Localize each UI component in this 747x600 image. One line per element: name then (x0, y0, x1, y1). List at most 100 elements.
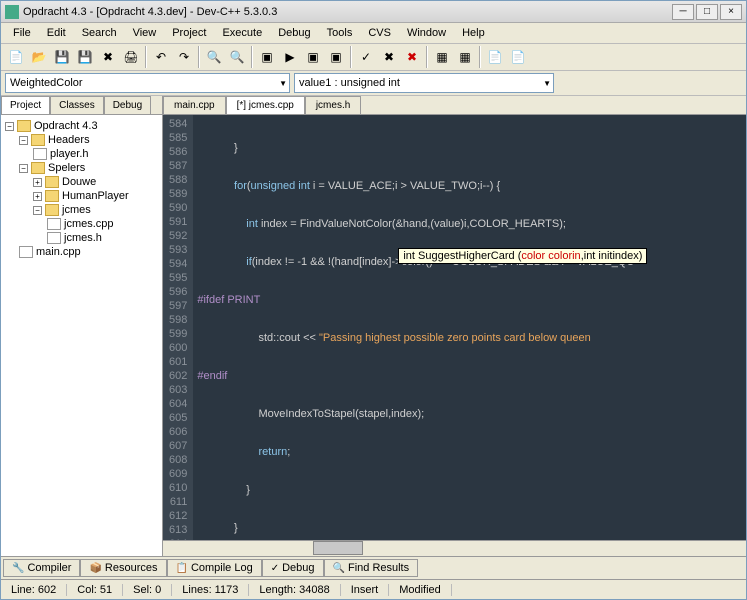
debug-icon[interactable]: ✓ (355, 46, 377, 68)
combo-row: WeightedColor ▼ value1 : unsigned int▼ (1, 71, 746, 96)
collapse-icon[interactable]: − (5, 122, 14, 131)
open-icon[interactable]: 📂 (28, 46, 50, 68)
tree-folder[interactable]: −Spelers (19, 161, 158, 175)
replace-icon[interactable]: 🔍 (226, 46, 248, 68)
file-tab[interactable]: main.cpp (163, 96, 226, 114)
menu-window[interactable]: Window (399, 25, 454, 41)
menu-project[interactable]: Project (164, 25, 214, 41)
tree-file[interactable]: main.cpp (19, 245, 158, 259)
tab-resources[interactable]: 📦 Resources (80, 559, 166, 577)
code-area[interactable]: } for(unsigned int i = VALUE_ACE;i > VAL… (193, 115, 746, 540)
separator (251, 46, 253, 68)
status-line: Line: 602 (1, 584, 67, 596)
menu-view[interactable]: View (125, 25, 165, 41)
bookmark-icon[interactable]: 📄 (484, 46, 506, 68)
minimize-button[interactable]: ─ (672, 4, 694, 20)
line-gutter: 5845855865875885895905915925935945955965… (163, 115, 193, 540)
tab-debug[interactable]: Debug (104, 96, 151, 114)
undo-icon[interactable]: ↶ (150, 46, 172, 68)
separator (198, 46, 200, 68)
tab-classes[interactable]: Classes (50, 96, 104, 114)
file-tabs: main.cpp [*] jcmes.cpp jcmes.h (163, 96, 746, 115)
separator (479, 46, 481, 68)
menu-debug[interactable]: Debug (270, 25, 318, 41)
rebuild-icon[interactable]: ▣ (325, 46, 347, 68)
menu-execute[interactable]: Execute (214, 25, 270, 41)
status-modified: Modified (389, 584, 452, 596)
bottom-tabs: 🔧 Compiler 📦 Resources 📋 Compile Log ✓ D… (1, 556, 746, 579)
chevron-down-icon: ▼ (543, 79, 551, 88)
menu-tools[interactable]: Tools (319, 25, 361, 41)
tree-folder[interactable]: +Douwe (33, 175, 158, 189)
folder-icon (45, 176, 59, 188)
redo-icon[interactable]: ↷ (173, 46, 195, 68)
saveall-icon[interactable]: 💾 (74, 46, 96, 68)
tree-root[interactable]: −Opdracht 4.3 (5, 119, 158, 133)
new-project-icon[interactable]: ▦ (454, 46, 476, 68)
tab-debug-bottom[interactable]: ✓ Debug (262, 559, 324, 577)
collapse-icon[interactable]: − (33, 206, 42, 215)
find-icon[interactable]: 🔍 (203, 46, 225, 68)
menu-cvs[interactable]: CVS (360, 25, 399, 41)
goto-icon[interactable]: 📄 (507, 46, 529, 68)
close-icon[interactable]: ✖ (97, 46, 119, 68)
folder-icon (31, 162, 45, 174)
scrollbar-thumb[interactable] (313, 541, 363, 555)
file-tab[interactable]: jcmes.h (305, 96, 361, 114)
print-icon[interactable]: 🖨 (120, 46, 142, 68)
new-file-icon[interactable]: ▦ (431, 46, 453, 68)
new-icon[interactable]: 📄 (5, 46, 27, 68)
folder-icon (45, 190, 59, 202)
folder-icon (45, 204, 59, 216)
left-tabs: Project Classes Debug (1, 96, 162, 115)
compile-run-icon[interactable]: ▣ (302, 46, 324, 68)
separator (145, 46, 147, 68)
member-combo[interactable]: value1 : unsigned int▼ (294, 73, 554, 93)
file-icon (47, 232, 61, 244)
tab-compiler[interactable]: 🔧 Compiler (3, 559, 80, 577)
code-editor[interactable]: 5845855865875885895905915925935945955965… (163, 115, 746, 540)
file-tab-active[interactable]: [*] jcmes.cpp (226, 96, 305, 114)
compile-icon[interactable]: ▣ (256, 46, 278, 68)
menu-help[interactable]: Help (454, 25, 493, 41)
status-sel: Sel: 0 (123, 584, 172, 596)
status-insert: Insert (341, 584, 390, 596)
save-icon[interactable]: 💾 (51, 46, 73, 68)
menu-file[interactable]: File (5, 25, 39, 41)
close-button[interactable]: × (720, 4, 742, 20)
tab-compile-log[interactable]: 📋 Compile Log (167, 559, 262, 577)
class-combo[interactable]: WeightedColor ▼ (5, 73, 290, 93)
class-combo-value: WeightedColor (10, 77, 83, 89)
tree-folder[interactable]: −Headers (19, 133, 158, 147)
tab-project[interactable]: Project (1, 96, 50, 114)
collapse-icon[interactable]: − (19, 136, 28, 145)
window-title: Opdracht 4.3 - [Opdracht 4.3.dev] - Dev-… (23, 6, 670, 18)
tooltip: int SuggestHigherCard (color colorin,int… (398, 248, 647, 264)
menu-search[interactable]: Search (74, 25, 125, 41)
folder-icon (31, 134, 45, 146)
stop-debug-icon[interactable]: ✖ (378, 46, 400, 68)
expand-icon[interactable]: + (33, 192, 42, 201)
titlebar: Opdracht 4.3 - [Opdracht 4.3.dev] - Dev-… (1, 1, 746, 23)
status-bar: Line: 602 Col: 51 Sel: 0 Lines: 1173 Len… (1, 579, 746, 599)
tree-folder[interactable]: −jcmes (33, 203, 158, 217)
profile-icon[interactable]: ✖ (401, 46, 423, 68)
maximize-button[interactable]: □ (696, 4, 718, 20)
horizontal-scrollbar[interactable] (163, 540, 746, 556)
project-icon (17, 120, 31, 132)
separator (426, 46, 428, 68)
chevron-down-icon: ▼ (279, 79, 287, 88)
collapse-icon[interactable]: − (19, 164, 28, 173)
expand-icon[interactable]: + (33, 178, 42, 187)
tree-folder[interactable]: +HumanPlayer (33, 189, 158, 203)
tree-file[interactable]: jcmes.cpp (47, 217, 158, 231)
tab-find-results[interactable]: 🔍 Find Results (324, 559, 419, 577)
project-tree[interactable]: −Opdracht 4.3 −Headers player.h −Spelers… (1, 115, 162, 556)
tree-file[interactable]: player.h (33, 147, 158, 161)
menu-edit[interactable]: Edit (39, 25, 74, 41)
run-icon[interactable]: ▶ (279, 46, 301, 68)
status-col: Col: 51 (67, 584, 123, 596)
tree-file[interactable]: jcmes.h (47, 231, 158, 245)
file-icon (19, 246, 33, 258)
file-icon (33, 148, 47, 160)
